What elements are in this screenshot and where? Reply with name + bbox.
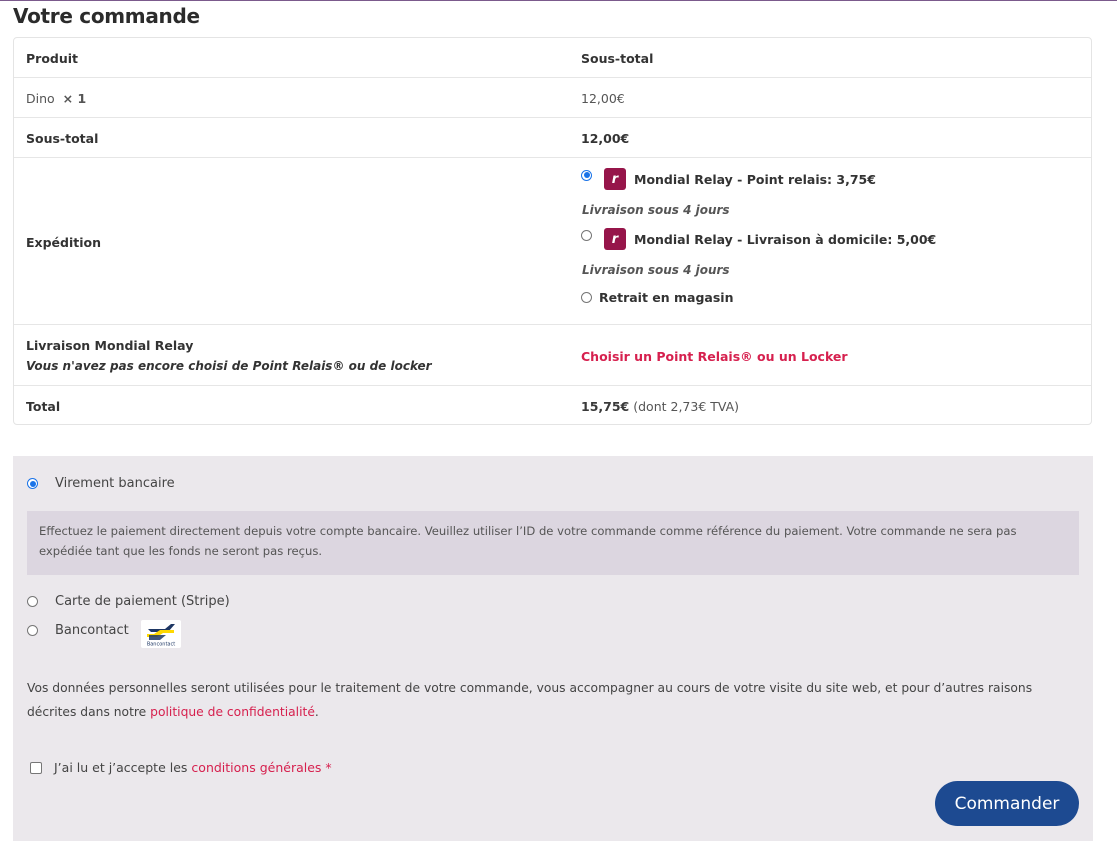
subtotal-label: Sous-total [26, 131, 99, 146]
payment-method-virement[interactable]: Virement bancaire [27, 476, 175, 491]
table-row: Dino × 1 12,00€ [14, 78, 1091, 118]
total-tax: (dont 2,73€ TVA) [633, 399, 740, 414]
product-quantity: × 1 [62, 91, 87, 106]
place-order-button[interactable]: Commander [935, 781, 1079, 826]
relay-note: Vous n'avez pas encore choisi de Point R… [26, 359, 432, 373]
shipping-label: Expédition [26, 235, 102, 250]
shipping-radio-retrait[interactable] [581, 292, 592, 303]
terms-checkbox[interactable] [30, 761, 42, 774]
mondial-relay-logo-icon: r [604, 228, 626, 250]
subtotal-row: Sous-total 12,00€ [14, 118, 1091, 158]
payment-description: Effectuez le paiement directement depuis… [27, 511, 1079, 575]
shipping-radio-domicile[interactable] [581, 229, 592, 241]
shipping-option-point-relais[interactable]: r Mondial Relay - Point relais: 3,75€ [581, 168, 876, 190]
product-name: Dino [26, 91, 55, 106]
payment-radio-virement[interactable] [27, 478, 38, 489]
payment-method-stripe[interactable]: Carte de paiement (Stripe) [27, 594, 230, 609]
mondial-relay-logo-icon: r [604, 168, 626, 190]
relay-label: Livraison Mondial Relay [26, 338, 194, 353]
shipping-option-label: Mondial Relay - Livraison à domicile: 5,… [634, 231, 937, 247]
shipping-delay-note: Livraison sous 4 jours [582, 263, 730, 277]
product-column-header: Produit [26, 51, 79, 66]
terms-text: J’ai lu et j’accepte les [54, 760, 188, 775]
table-header-row: Produit Sous-total [14, 38, 1091, 78]
payment-section: Virement bancaire Effectuez le paiement … [13, 456, 1093, 841]
shipping-option-domicile[interactable]: r Mondial Relay - Livraison à domicile: … [581, 228, 936, 250]
payment-method-bancontact[interactable]: Bancontact Bancontact [27, 616, 181, 648]
shipping-row: Expédition r Mondial Relay - Point relai… [14, 158, 1091, 325]
total-label: Total [26, 399, 61, 414]
order-review-table: Produit Sous-total Dino × 1 12,00€ Sous-… [13, 37, 1092, 425]
payment-method-label: Bancontact [55, 622, 129, 638]
product-cell: Dino × 1 [26, 91, 86, 106]
total-cell: 15,75€ (dont 2,73€ TVA) [581, 399, 739, 414]
payment-method-label: Virement bancaire [55, 476, 175, 491]
shipping-radio-point-relais[interactable] [581, 169, 592, 181]
privacy-end: . [314, 705, 319, 719]
choose-relay-link[interactable]: Choisir un Point Relais® ou un Locker [581, 349, 848, 364]
top-border [0, 0, 1117, 1]
relay-row: Livraison Mondial Relay Vous n'avez pas … [14, 325, 1091, 386]
terms-link[interactable]: conditions générales [191, 760, 321, 775]
product-price: 12,00€ [581, 91, 625, 106]
total-row: Total 15,75€ (dont 2,73€ TVA) [14, 386, 1091, 424]
shipping-option-label: Retrait en magasin [599, 290, 734, 305]
bancontact-logo-text: Bancontact [147, 642, 175, 648]
privacy-policy-link[interactable]: politique de confidentialité [150, 705, 315, 719]
shipping-option-retrait[interactable]: Retrait en magasin [581, 290, 734, 305]
shipping-option-label: Mondial Relay - Point relais: 3,75€ [634, 171, 876, 187]
payment-radio-stripe[interactable] [27, 596, 38, 607]
required-marker: * [325, 760, 332, 775]
bancontact-logo-icon: Bancontact [140, 620, 181, 648]
privacy-notice: Vos données personnelles seront utilisée… [27, 676, 1072, 724]
subtotal-column-header: Sous-total [581, 51, 654, 66]
total-value: 15,75€ [581, 399, 630, 414]
shipping-delay-note: Livraison sous 4 jours [582, 203, 730, 217]
subtotal-value: 12,00€ [581, 131, 630, 146]
payment-radio-bancontact[interactable] [27, 624, 38, 636]
payment-method-label: Carte de paiement (Stripe) [55, 594, 230, 609]
terms-row: J’ai lu et j’accepte les conditions géné… [30, 760, 332, 775]
page-title: Votre commande [13, 4, 200, 28]
